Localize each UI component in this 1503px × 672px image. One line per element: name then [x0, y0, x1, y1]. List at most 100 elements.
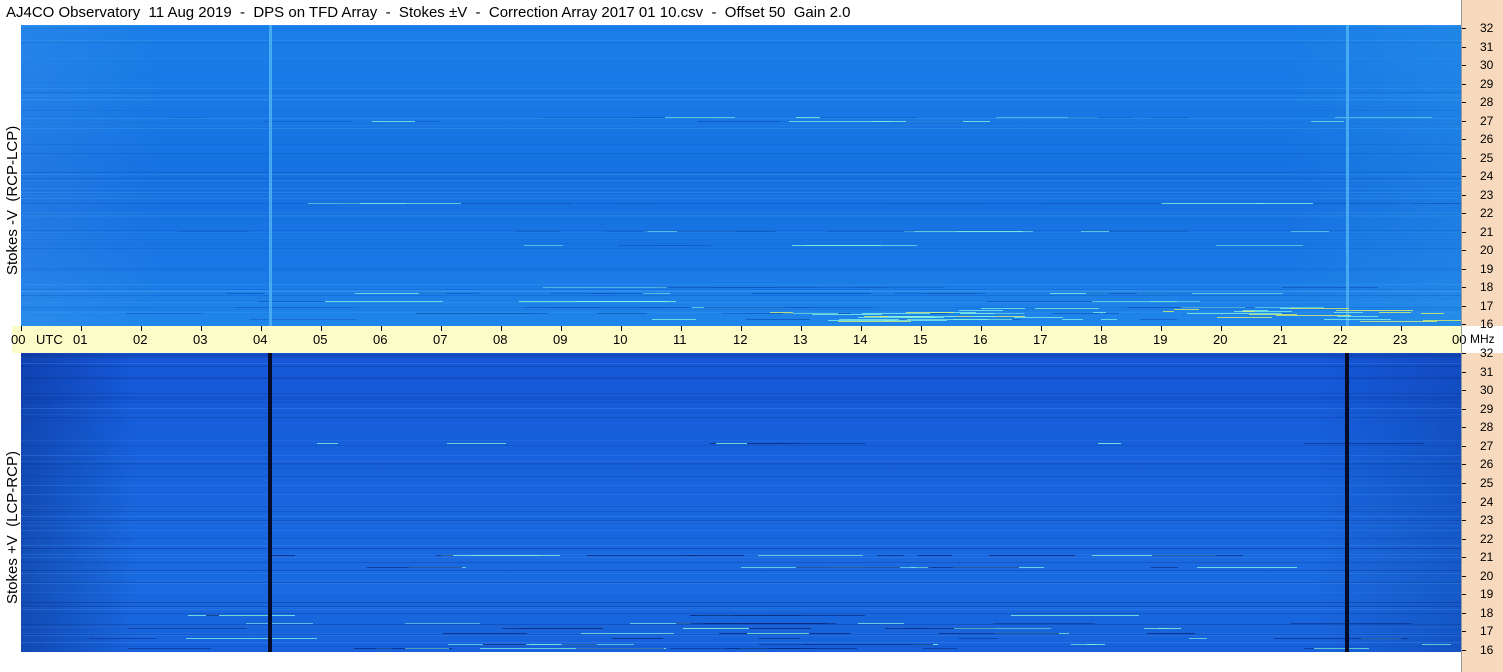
signal-streak: [1181, 307, 1245, 308]
signal-streak: [89, 638, 156, 639]
time-tick-label: 20: [1213, 332, 1228, 347]
signal-streak: [816, 287, 886, 288]
bottom-panel-label: Stokes +V (LCP-RCP): [4, 451, 21, 604]
time-tick-label: 10: [613, 332, 628, 347]
signal-streak: [838, 321, 911, 322]
signal-streak: [543, 117, 645, 118]
time-tick: [381, 326, 382, 331]
signal-streak: [914, 231, 1033, 232]
signal-streak: [436, 555, 453, 556]
signal-streak: [1413, 203, 1461, 204]
signal-streak: [906, 121, 963, 122]
signal-streak: [447, 443, 506, 444]
noise-band: [21, 538, 1461, 539]
signal-streak: [1423, 320, 1461, 321]
frequency-tick-label: 20: [1480, 568, 1494, 583]
noise-band: [21, 609, 1461, 610]
noise-band: [21, 118, 1461, 119]
time-tick-label: 19: [1153, 332, 1168, 347]
noise-band: [21, 180, 1461, 181]
time-tick-label: 22: [1333, 332, 1348, 347]
signal-streak: [483, 644, 526, 645]
signal-streak: [758, 555, 863, 556]
signal-streak: [907, 628, 924, 629]
noise-band: [21, 570, 1461, 571]
signal-streak: [1304, 443, 1424, 444]
signal-streak: [441, 555, 560, 556]
noise-band: [21, 355, 1461, 356]
frequency-tick-label: 23: [1480, 187, 1494, 202]
spectrogram-top-plot: [21, 25, 1461, 326]
noise-band: [21, 530, 1461, 531]
noise-band: [21, 635, 1461, 636]
noise-band: [21, 268, 1461, 269]
noise-band: [21, 95, 1461, 96]
noise-band: [21, 494, 1461, 495]
noise-band: [21, 290, 1461, 291]
signal-streak: [858, 317, 937, 318]
signal-streak: [1243, 310, 1268, 311]
noise-band: [21, 354, 1461, 355]
frequency-tick-label: 17: [1480, 624, 1494, 639]
noise-band: [21, 298, 1461, 299]
signal-streak: [1334, 312, 1363, 313]
noise-band: [21, 607, 1461, 608]
noise-band: [21, 613, 1461, 614]
signal-streak: [885, 203, 984, 204]
signal-streak: [264, 121, 351, 122]
noise-band: [21, 85, 1461, 86]
signal-streak: [606, 231, 648, 232]
signal-streak: [1109, 293, 1192, 294]
signal-streak: [776, 648, 814, 649]
noise-band: [21, 417, 1461, 418]
time-axis-unit: UTC: [36, 332, 63, 347]
noise-band: [21, 485, 1461, 486]
signal-streak: [1068, 117, 1131, 118]
signal-streak: [1062, 319, 1083, 320]
signal-streak: [918, 555, 952, 556]
signal-streak: [317, 443, 338, 444]
signal-streak: [894, 293, 978, 294]
noise-band: [21, 378, 1461, 379]
chart-title: AJ4CO Observatory 11 Aug 2019 - DPS on T…: [6, 4, 851, 21]
signal-streak: [562, 644, 597, 645]
frequency-tick-label: 17: [1480, 298, 1494, 313]
signal-streak: [1101, 319, 1117, 320]
signal-streak: [1291, 231, 1329, 232]
noise-band: [21, 195, 1461, 196]
signal-streak: [811, 117, 916, 118]
time-tick: [621, 326, 622, 331]
signal-streak: [906, 312, 954, 313]
signal-streak: [770, 312, 793, 313]
time-tick-label: 13: [793, 332, 808, 347]
signal-streak: [1092, 301, 1177, 302]
noise-band: [21, 464, 1461, 465]
signal-streak: [987, 301, 1096, 302]
noise-band: [21, 239, 1461, 240]
noise-band: [21, 548, 1461, 549]
signal-streak: [796, 567, 900, 568]
signal-streak: [518, 231, 560, 232]
signal-streak: [959, 310, 1003, 311]
signal-streak: [1174, 309, 1199, 310]
noise-band: [21, 562, 1461, 563]
signal-streak: [1335, 117, 1432, 118]
noise-band: [21, 468, 1461, 469]
signal-streak: [796, 117, 820, 118]
signal-streak: [258, 301, 325, 302]
signal-streak: [643, 293, 670, 294]
signal-streak: [1071, 644, 1097, 645]
signal-streak: [939, 633, 1059, 634]
time-tick: [1401, 326, 1402, 331]
time-tick: [861, 326, 862, 331]
frequency-tick-label: 27: [1480, 438, 1494, 453]
signal-streak: [1379, 312, 1411, 313]
time-tick: [741, 326, 742, 331]
noise-band: [21, 179, 1461, 180]
frequency-tick-label: 31: [1480, 39, 1494, 54]
noise-band: [21, 232, 1461, 233]
signal-streak: [652, 319, 696, 320]
signal-streak: [665, 117, 735, 118]
signal-streak: [1217, 317, 1272, 318]
noise-band: [21, 137, 1461, 138]
